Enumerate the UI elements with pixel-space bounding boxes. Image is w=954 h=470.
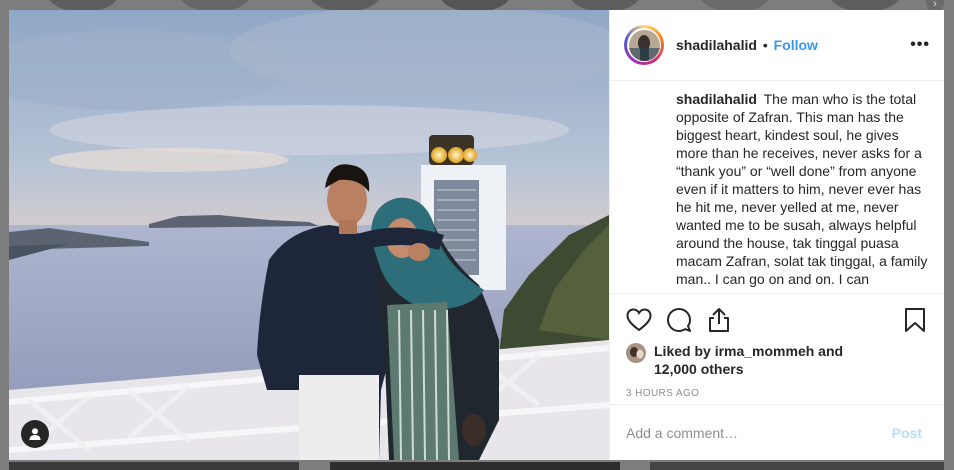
background-post-strip: [9, 462, 299, 470]
liker-avatar[interactable]: [626, 343, 646, 363]
post-comment-button[interactable]: Post: [886, 424, 928, 442]
background-post-strip: [330, 462, 620, 470]
comments-section[interactable]: shadilahalid The man who is the total op…: [610, 81, 944, 293]
post-timestamp[interactable]: 3 HOURS AGO: [626, 388, 928, 399]
add-comment-form: Post: [610, 404, 944, 460]
bookmark-icon[interactable]: [902, 307, 928, 333]
header-text: shadilahalid • Follow: [676, 37, 910, 53]
caption-username-link[interactable]: shadilahalid: [676, 91, 757, 107]
separator-dot: •: [762, 37, 768, 53]
user-tag-icon[interactable]: [21, 420, 49, 448]
liked-by-user-link[interactable]: irma_mommeh: [715, 343, 815, 359]
post-sidebar: shadilahalid • Follow ••• shadilahalid T…: [609, 10, 944, 460]
post-photo-image: [9, 10, 609, 460]
comment-icon[interactable]: [666, 307, 692, 333]
comment-input[interactable]: [626, 424, 886, 441]
post-caption: shadilahalid The man who is the total op…: [676, 90, 930, 288]
username-link[interactable]: shadilahalid: [676, 37, 757, 53]
action-bar: [626, 298, 928, 342]
liked-by-and: and: [814, 343, 844, 359]
liked-by-others-link[interactable]: 12,000 others: [654, 361, 744, 377]
post-modal: shadilahalid • Follow ••• shadilahalid T…: [9, 10, 944, 460]
post-header: shadilahalid • Follow •••: [610, 10, 944, 81]
heart-icon[interactable]: [626, 307, 652, 333]
more-options-icon[interactable]: •••: [910, 36, 930, 54]
follow-button[interactable]: Follow: [774, 37, 818, 53]
liked-by-prefix: Liked by: [654, 343, 715, 359]
post-actions-section: Liked by irma_mommeh and 12,000 others 3…: [610, 293, 944, 399]
background-post-strip: [650, 462, 944, 470]
share-icon[interactable]: [706, 307, 732, 333]
likes-summary: Liked by irma_mommeh and 12,000 others: [626, 342, 928, 378]
caption-text: The man who is the total opposite of Zaf…: [676, 91, 928, 287]
avatar[interactable]: [624, 25, 664, 65]
likes-text: Liked by irma_mommeh and 12,000 others: [654, 342, 843, 378]
post-photo[interactable]: [9, 10, 609, 460]
